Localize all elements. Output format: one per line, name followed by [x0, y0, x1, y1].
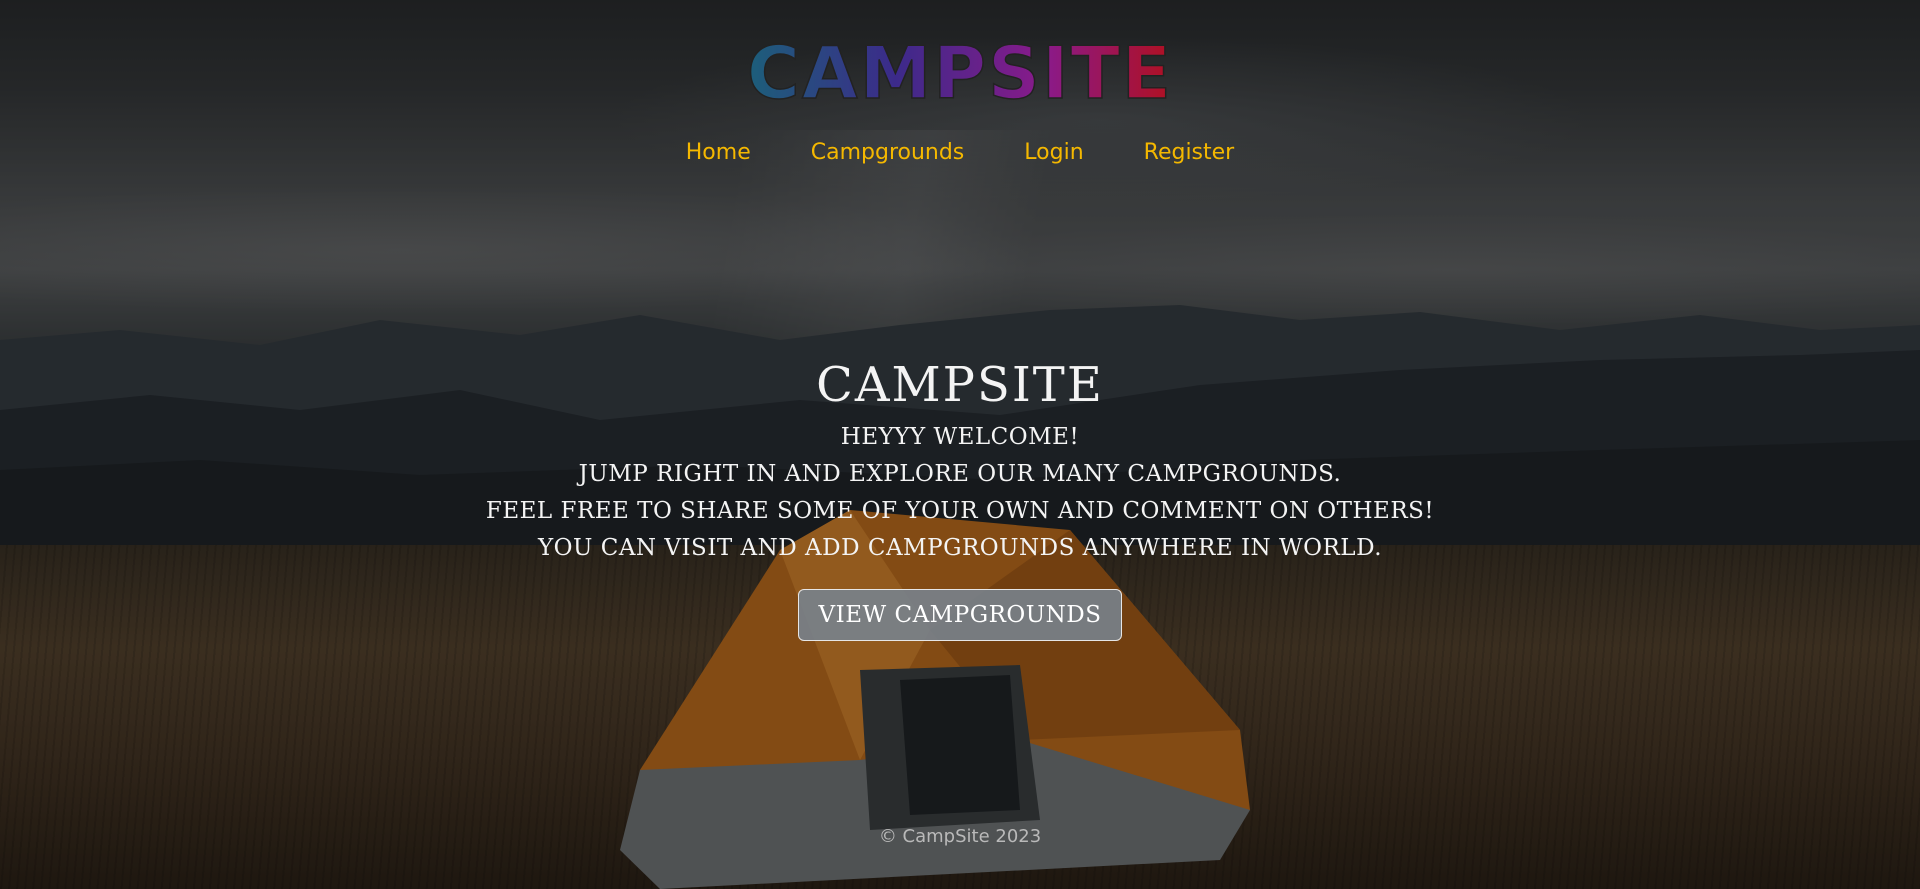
nav-register-link[interactable]: Register: [1144, 140, 1235, 165]
landing-page: CAMPSITE Home Campgrounds Login Register…: [0, 0, 1920, 889]
hero-line-welcome: HEYYY WELCOME!: [840, 424, 1080, 450]
nav-home-link[interactable]: Home: [686, 140, 751, 165]
view-campgrounds-button[interactable]: VIEW CAMPGROUNDS: [797, 589, 1123, 641]
nav-campgrounds-link[interactable]: Campgrounds: [811, 140, 965, 165]
nav-login-link[interactable]: Login: [1024, 140, 1083, 165]
site-footer: © CampSite 2023: [0, 826, 1920, 847]
copyright-text: © CampSite 2023: [878, 826, 1042, 847]
campsite-logo[interactable]: CAMPSITE: [720, 30, 1200, 120]
hero-line-visit: YOU CAN VISIT AND ADD CAMPGROUNDS ANYWHE…: [537, 535, 1383, 561]
hero-line-explore: JUMP RIGHT IN AND EXPLORE OUR MANY CAMPG…: [578, 461, 1342, 487]
hero-title: CAMPSITE: [816, 357, 1104, 413]
hero-section: CAMPSITE HEYYY WELCOME! JUMP RIGHT IN AN…: [0, 355, 1920, 641]
logo-text: CAMPSITE: [747, 31, 1173, 115]
main-nav: Home Campgrounds Login Register: [0, 140, 1920, 165]
hero-line-share: FEEL FREE TO SHARE SOME OF YOUR OWN AND …: [485, 498, 1435, 524]
